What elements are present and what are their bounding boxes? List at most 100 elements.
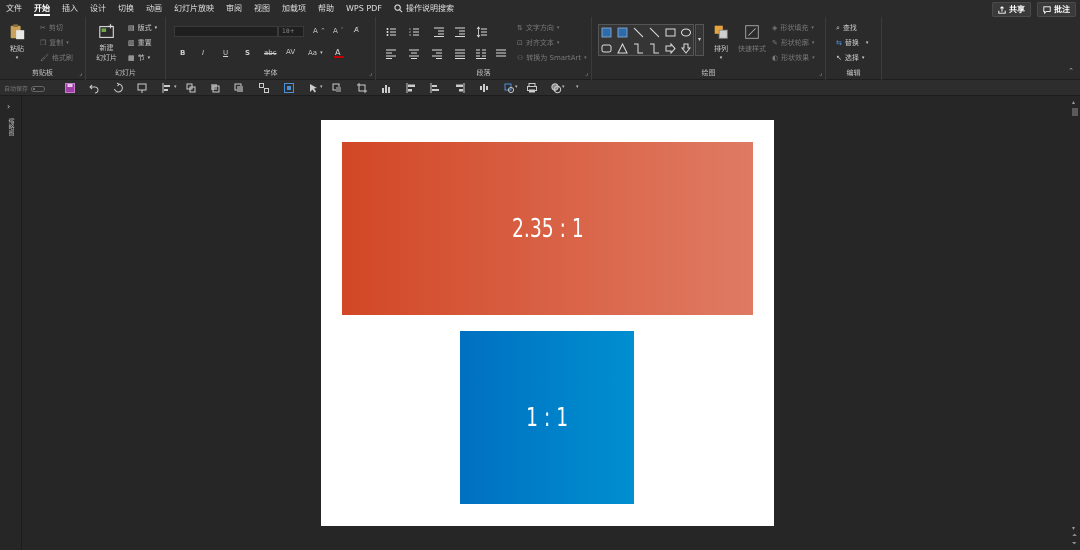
- section-button[interactable]: ▦ 节 ▾: [128, 53, 150, 63]
- tab-wps-pdf[interactable]: WPS PDF: [340, 0, 388, 17]
- crop-icon[interactable]: [357, 83, 367, 93]
- autosave-toggle[interactable]: 自动保存: [4, 84, 46, 93]
- paragraph-spacing-icon[interactable]: [496, 49, 506, 59]
- shape-fill-button[interactable]: ◈ 形状填充 ▾: [772, 23, 814, 33]
- chart-icon[interactable]: [381, 83, 391, 93]
- align-objects-icon[interactable]: [162, 83, 172, 93]
- shape-gallery-more-button[interactable]: ▾: [695, 24, 704, 56]
- distribute-icon[interactable]: [479, 83, 489, 93]
- tab-help[interactable]: 帮助: [312, 0, 340, 17]
- textbox-shape-icon[interactable]: [601, 27, 612, 38]
- char-spacing-button[interactable]: AV: [286, 48, 295, 56]
- vertical-scrollbar[interactable]: ▴ ▾ ⏶ ⏷: [1070, 96, 1080, 550]
- rounded-rect-shape-icon[interactable]: [601, 44, 612, 53]
- tab-file[interactable]: 文件: [0, 0, 28, 17]
- columns-icon[interactable]: [476, 49, 486, 59]
- chevron-down-icon[interactable]: ▾: [515, 84, 518, 90]
- bold-button[interactable]: B: [180, 49, 185, 57]
- rectangle-shape-icon[interactable]: [665, 28, 676, 37]
- scroll-thumb[interactable]: [1072, 108, 1078, 116]
- customize-toolbar-icon[interactable]: ▾: [576, 84, 579, 90]
- clear-format-button[interactable]: A̸: [354, 26, 359, 34]
- dialog-launcher-icon[interactable]: ⌟: [369, 70, 372, 77]
- chevron-down-icon[interactable]: ▾: [320, 84, 323, 90]
- send-backward-icon[interactable]: [234, 83, 244, 93]
- scroll-down-icon[interactable]: ▾: [1072, 525, 1075, 532]
- dialog-launcher-icon[interactable]: ⌟: [79, 70, 82, 77]
- bring-forward-icon[interactable]: [210, 83, 220, 93]
- tab-review[interactable]: 审阅: [220, 0, 248, 17]
- align-left-objects-icon[interactable]: [406, 83, 416, 93]
- align-text-button[interactable]: ⊡ 对齐文本 ▾: [517, 38, 559, 48]
- font-color-button[interactable]: A: [334, 48, 344, 58]
- reset-button[interactable]: ▥ 重置: [128, 38, 152, 48]
- dialog-launcher-icon[interactable]: ⌟: [585, 70, 588, 77]
- tab-addins[interactable]: 加载项: [276, 0, 312, 17]
- undo-icon[interactable]: [89, 83, 99, 94]
- shape-effects-button[interactable]: ◐ 形状效果 ▾: [772, 53, 815, 63]
- line-shape-icon[interactable]: [633, 27, 644, 38]
- underline-button[interactable]: U: [223, 49, 228, 57]
- tab-slideshow[interactable]: 幻灯片放映: [168, 0, 220, 17]
- down-arrow-shape-icon[interactable]: [680, 43, 692, 54]
- collapse-ribbon-icon[interactable]: ⌃: [1068, 67, 1074, 75]
- triangle-shape-icon[interactable]: [617, 42, 628, 54]
- arrange-button[interactable]: 排列 ▾: [712, 23, 730, 61]
- align-right-icon[interactable]: [432, 49, 442, 59]
- select-button[interactable]: ↖ 选择 ▾: [836, 53, 864, 63]
- curved-connector-shape-icon[interactable]: [650, 43, 659, 54]
- expand-pane-icon[interactable]: ›: [7, 102, 10, 111]
- shape-square-rectangle[interactable]: 1 : 1: [460, 331, 634, 504]
- paste-button[interactable]: 粘贴 ▾: [8, 23, 26, 61]
- tab-insert[interactable]: 插入: [56, 0, 84, 17]
- tab-design[interactable]: 设计: [84, 0, 112, 17]
- shrink-font-button[interactable]: Aˇ: [333, 27, 343, 35]
- line-spacing-icon[interactable]: [476, 26, 487, 38]
- tab-view[interactable]: 视图: [248, 0, 276, 17]
- new-slide-button[interactable]: 新建 幻灯片: [96, 23, 117, 63]
- tab-transitions[interactable]: 切换: [112, 0, 140, 17]
- italic-button[interactable]: I: [202, 49, 204, 57]
- vertical-textbox-shape-icon[interactable]: [617, 27, 628, 38]
- shape-outline-button[interactable]: ✎ 形状轮廓 ▾: [772, 38, 814, 48]
- share-button[interactable]: 共享: [992, 2, 1031, 17]
- align-right-objects-icon[interactable]: [455, 83, 465, 93]
- format-painter-button[interactable]: 🖌 格式刷: [40, 53, 73, 63]
- elbow-connector-shape-icon[interactable]: [634, 43, 643, 54]
- select-pane-icon[interactable]: [284, 83, 294, 93]
- tab-animations[interactable]: 动画: [140, 0, 168, 17]
- comments-button[interactable]: 批注: [1037, 2, 1076, 17]
- font-name-box[interactable]: [174, 26, 278, 37]
- chevron-down-icon[interactable]: ▾: [174, 84, 177, 90]
- oval-shape-icon[interactable]: [681, 28, 691, 37]
- justify-icon[interactable]: [455, 49, 465, 59]
- pointer-tool-icon[interactable]: [309, 83, 319, 93]
- layout-button[interactable]: ▤ 版式 ▾: [128, 23, 157, 33]
- tab-home[interactable]: 开始: [28, 0, 56, 17]
- grow-font-button[interactable]: A ^: [313, 27, 325, 35]
- shape-wide-rectangle[interactable]: 2.35 : 1: [342, 142, 753, 315]
- next-slide-icon[interactable]: ⏷: [1072, 540, 1077, 548]
- increase-indent-icon[interactable]: [455, 27, 465, 37]
- previous-slide-icon[interactable]: ⏶: [1072, 532, 1077, 540]
- ungroup-icon[interactable]: [259, 83, 269, 93]
- scroll-up-icon[interactable]: ▴: [1072, 99, 1075, 106]
- bullets-icon[interactable]: [386, 27, 396, 37]
- group-objects-icon[interactable]: [186, 83, 196, 93]
- present-from-start-icon[interactable]: [137, 83, 147, 93]
- replace-button[interactable]: ⇆ 替换 ▾: [836, 38, 868, 48]
- convert-smartart-button[interactable]: ⚇ 转换为 SmartArt ▾: [517, 53, 587, 63]
- shape-fill-quick-icon[interactable]: [332, 83, 342, 93]
- decrease-indent-icon[interactable]: [434, 27, 444, 37]
- dialog-launcher-icon[interactable]: ⌟: [819, 70, 822, 77]
- chevron-down-icon[interactable]: ▾: [562, 84, 565, 90]
- font-size-box[interactable]: 18+: [278, 26, 304, 37]
- arrow-line-shape-icon[interactable]: [649, 27, 660, 38]
- align-center-icon[interactable]: [409, 49, 419, 59]
- text-direction-button[interactable]: ⇅ 文字方向 ▾: [517, 23, 559, 33]
- numbering-icon[interactable]: 123: [409, 27, 419, 37]
- right-arrow-shape-icon[interactable]: [665, 42, 676, 55]
- align-left-icon[interactable]: [386, 49, 396, 59]
- change-case-button[interactable]: Aa ▾: [308, 49, 323, 57]
- align-center-objects-icon[interactable]: [430, 83, 440, 93]
